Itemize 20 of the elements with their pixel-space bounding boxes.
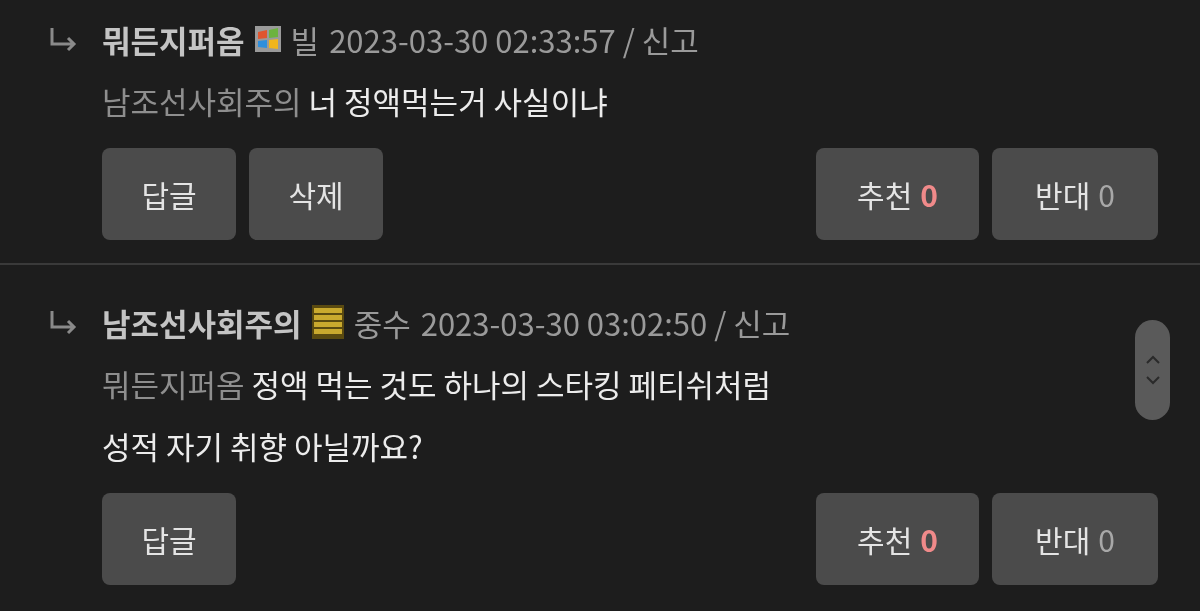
level-bars-icon (311, 305, 344, 339)
upvote-button[interactable]: 추천 0 (816, 148, 979, 240)
comment-meta: 2023-03-30 03:02:50 / 신고 (420, 299, 791, 345)
level-label: 중수 (353, 299, 411, 345)
comment-meta: 2023-03-30 02:33:57 / 신고 (329, 16, 699, 62)
windows-logo-icon (254, 26, 281, 52)
upvote-button[interactable]: 추천 0 (816, 493, 979, 585)
action-button[interactable]: 삭제 (249, 148, 383, 240)
downvote-button[interactable]: 반대 0 (992, 493, 1158, 585)
downvote-button[interactable]: 반대 0 (992, 148, 1158, 240)
action-button[interactable]: 답글 (102, 148, 236, 240)
chevron-up-icon (1145, 355, 1160, 364)
author-name[interactable]: 뭐든지퍼옴 (102, 16, 245, 62)
action-button[interactable]: 답글 (102, 493, 236, 585)
comment-text: 남조선사회주의 너 정액먹는거 사실이냐 (102, 77, 608, 125)
author-name[interactable]: 남조선사회주의 (102, 299, 302, 345)
chevron-down-icon (1145, 376, 1160, 385)
scroll-handle[interactable] (1135, 320, 1170, 420)
comment-text: 뭐든지퍼옴 정액 먹는 것도 하나의 스타킹 페티쉬처럼 성적 자기 취향 아닐까요? (102, 360, 772, 470)
level-label: 빌 (290, 16, 320, 62)
